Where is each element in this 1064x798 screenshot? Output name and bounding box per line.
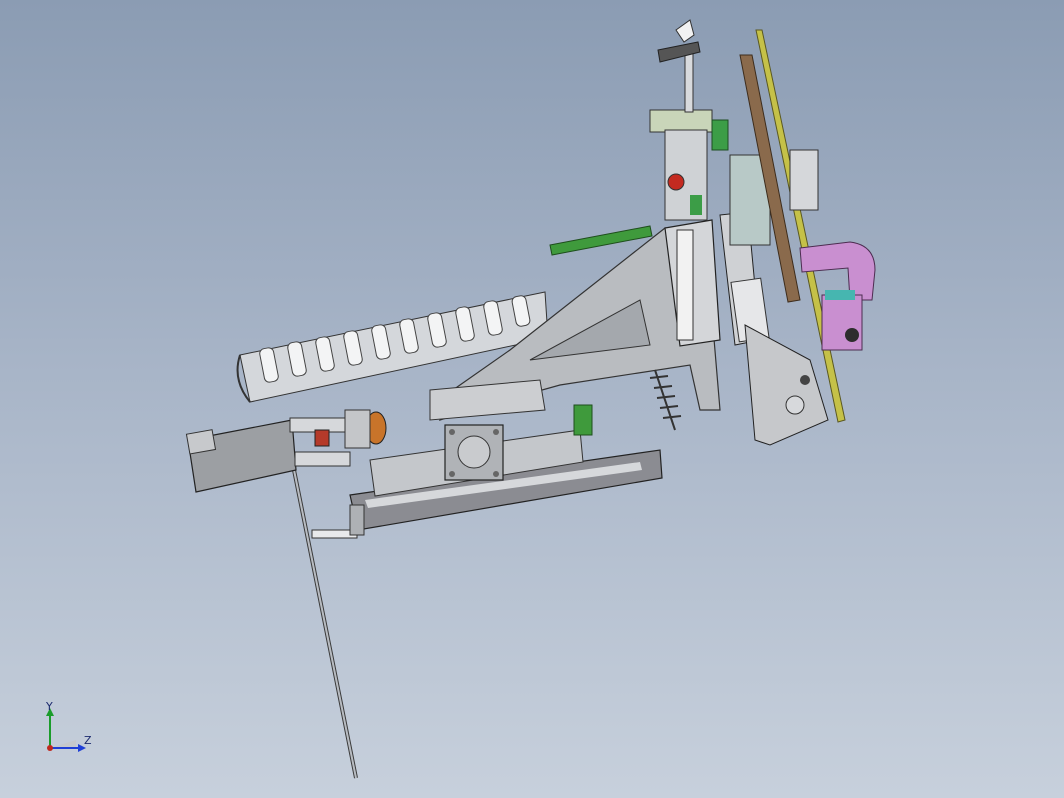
y-axis-label: Y xyxy=(46,700,53,713)
square-flange[interactable] xyxy=(444,424,504,481)
z-axis-label: Z xyxy=(84,734,92,747)
servo-motor[interactable] xyxy=(185,417,351,493)
cad-viewport[interactable]: Y Z xyxy=(0,0,1064,798)
assembly-model[interactable] xyxy=(0,0,1064,798)
wing-knob[interactable] xyxy=(657,19,701,63)
ball-screw-spring[interactable] xyxy=(649,369,682,431)
x-axis-icon xyxy=(47,745,53,751)
linear-slide-base[interactable] xyxy=(349,379,663,531)
lower-cylinder[interactable] xyxy=(311,504,365,539)
